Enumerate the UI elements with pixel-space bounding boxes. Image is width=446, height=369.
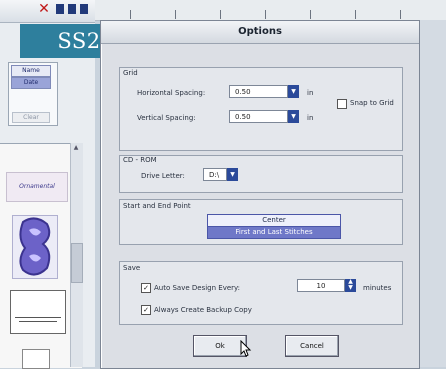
sort-name-button[interactable]: Name bbox=[11, 65, 51, 77]
scroll-thumb[interactable] bbox=[71, 243, 83, 283]
grid-group-label: Grid bbox=[123, 69, 138, 77]
cursor-arrow-icon bbox=[240, 339, 252, 357]
snap-to-grid-label: Snap to Grid bbox=[350, 99, 394, 107]
horizontal-spacing-label: Horizontal Spacing: bbox=[137, 89, 206, 97]
drive-letter-field[interactable]: D:\ bbox=[203, 168, 227, 181]
horizontal-unit-label: in bbox=[307, 89, 314, 97]
backup-copy-checkbox[interactable]: ✓ bbox=[141, 305, 151, 315]
drive-letter-label: Drive Letter: bbox=[141, 172, 185, 180]
vertical-unit-label: in bbox=[307, 114, 314, 122]
toolbar-block-icon[interactable] bbox=[56, 4, 64, 14]
auto-save-label: Auto Save Design Every: bbox=[154, 284, 241, 292]
vertical-spacing-field[interactable]: 0.50 bbox=[229, 110, 288, 123]
design-thumbnail[interactable] bbox=[10, 290, 66, 334]
cancel-button[interactable]: Cancel bbox=[285, 335, 339, 357]
auto-save-checkbox[interactable]: ✓ bbox=[141, 283, 151, 293]
ok-button[interactable]: Ok bbox=[193, 335, 247, 357]
save-group-label: Save bbox=[123, 264, 141, 272]
vertical-spacing-label: Vertical Spacing: bbox=[137, 114, 196, 122]
horizontal-spacing-dropdown[interactable]: ▼ bbox=[288, 85, 299, 98]
embroidery-design-icon bbox=[19, 217, 51, 276]
clear-button[interactable]: Clear bbox=[12, 112, 50, 123]
options-dialog: Options Grid Horizontal Spacing: 0.50 ▼ … bbox=[100, 20, 420, 369]
snap-to-grid-checkbox[interactable] bbox=[337, 99, 347, 109]
sort-date-button[interactable]: Date bbox=[11, 77, 51, 89]
backup-copy-label: Always Create Backup Copy bbox=[154, 306, 252, 314]
design-thumbnail[interactable] bbox=[12, 215, 58, 279]
design-thumbnail[interactable] bbox=[22, 349, 50, 369]
scroll-up-icon[interactable]: ▲ bbox=[70, 143, 82, 153]
drive-letter-dropdown[interactable]: ▼ bbox=[227, 168, 238, 181]
first-last-stitches-option[interactable]: First and Last Stitches bbox=[207, 226, 341, 239]
minutes-spinner[interactable]: ▲ ▼ bbox=[345, 279, 356, 292]
dialog-title: Options bbox=[238, 26, 282, 37]
vertical-spacing-dropdown[interactable]: ▼ bbox=[288, 110, 299, 123]
close-x-icon[interactable]: ✕ bbox=[37, 2, 51, 16]
grid-group bbox=[119, 67, 403, 151]
ruler bbox=[95, 0, 446, 21]
minutes-unit-label: minutes bbox=[363, 284, 392, 292]
save-group bbox=[119, 261, 403, 325]
design-thumbnail[interactable]: Ornamental bbox=[6, 172, 68, 202]
auto-save-minutes-field[interactable]: 10 bbox=[297, 279, 345, 292]
toolbar-block-icon[interactable] bbox=[80, 4, 88, 14]
start-end-point-label: Start and End Point bbox=[123, 202, 191, 210]
cdrom-group-label: CD - ROM bbox=[123, 156, 157, 164]
horizontal-spacing-field[interactable]: 0.50 bbox=[229, 85, 288, 98]
toolbar-block-icon[interactable] bbox=[68, 4, 76, 14]
frame-design-icon bbox=[15, 317, 61, 322]
canvas-scrollbar[interactable] bbox=[419, 20, 446, 367]
